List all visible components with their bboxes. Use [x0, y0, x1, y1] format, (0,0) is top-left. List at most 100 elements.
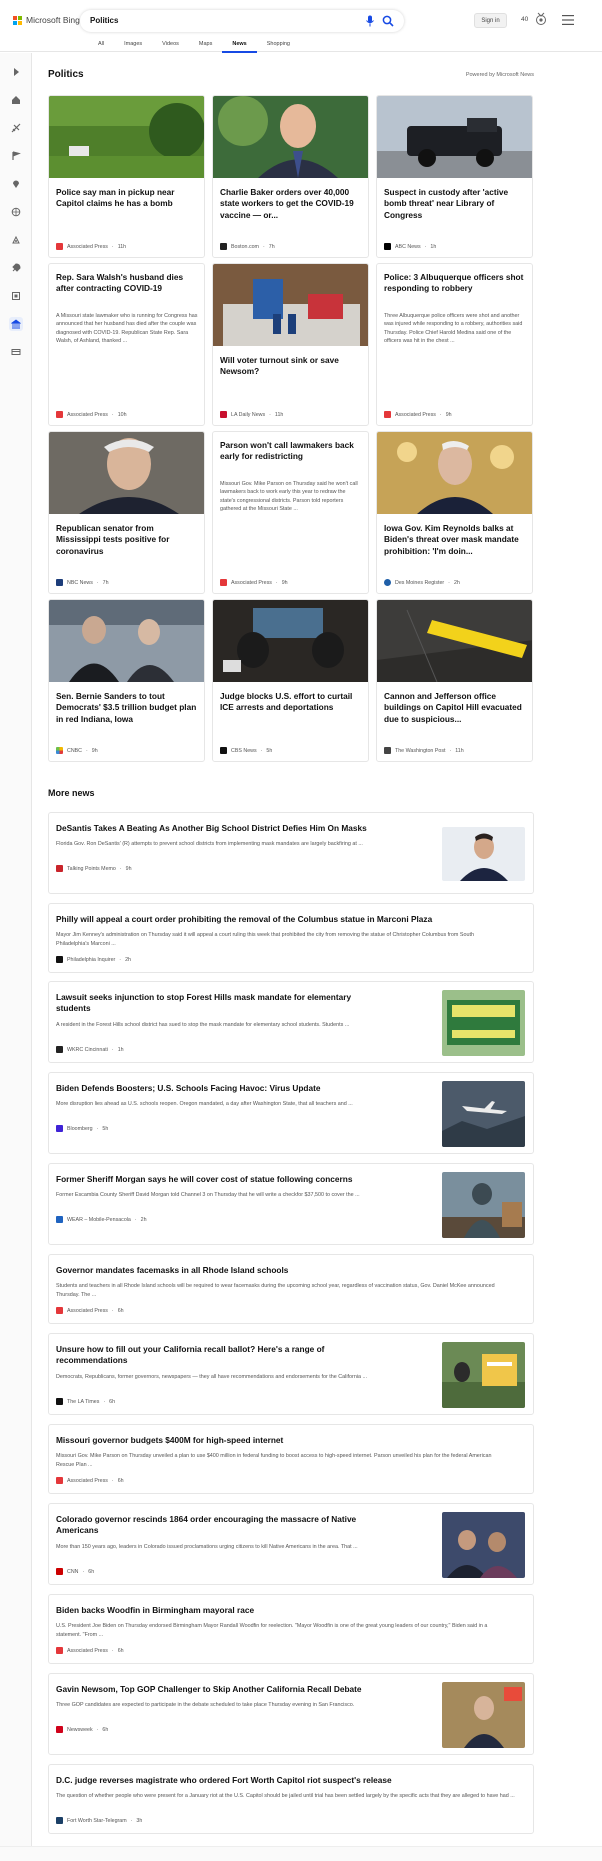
- news-row[interactable]: Former Sheriff Morgan says he will cover…: [48, 1163, 534, 1245]
- row-source: Fort Worth Star-Telegram · 3h: [56, 1817, 142, 1824]
- source-time: 5h: [102, 1125, 109, 1132]
- row-snippet: Three GOP candidates are expected to par…: [56, 1702, 355, 1708]
- news-row[interactable]: Philly will appeal a court order prohibi…: [48, 903, 534, 973]
- row-thumbnail: [442, 1342, 525, 1408]
- card-image: [377, 600, 532, 682]
- news-row[interactable]: Gavin Newsom, Top GOP Challenger to Skip…: [48, 1673, 534, 1755]
- news-card[interactable]: Republican senator from Mississippi test…: [48, 431, 205, 594]
- row-title[interactable]: DeSantis Takes A Beating As Another Big …: [56, 823, 406, 834]
- row-title[interactable]: Former Sheriff Morgan says he will cover…: [56, 1174, 406, 1185]
- card-title[interactable]: Cannon and Jefferson office buildings on…: [384, 691, 526, 725]
- hamburger-menu-icon[interactable]: [562, 15, 574, 25]
- row-title[interactable]: Philly will appeal a court order prohibi…: [56, 914, 516, 925]
- row-title[interactable]: Missouri governor budgets $400M for high…: [56, 1435, 516, 1446]
- row-title[interactable]: Biden Defends Boosters; U.S. Schools Fac…: [56, 1083, 406, 1094]
- card-title[interactable]: Judge blocks U.S. effort to curtail ICE …: [220, 691, 362, 714]
- card-title[interactable]: Suspect in custody after 'active bomb th…: [384, 187, 526, 221]
- card-title[interactable]: Iowa Gov. Kim Reynolds balks at Biden's …: [384, 523, 526, 557]
- source-time: 11h: [455, 747, 464, 754]
- rail-technology[interactable]: [9, 261, 23, 275]
- news-card[interactable]: Rep. Sara Walsh's husband dies after con…: [48, 263, 205, 426]
- section-title: Politics: [48, 69, 84, 80]
- news-row[interactable]: Lawsuit seeks injunction to stop Forest …: [48, 981, 534, 1063]
- source-time: 11h: [117, 243, 127, 250]
- source-name: Associated Press: [67, 1477, 108, 1484]
- row-title[interactable]: Biden backs Woodfin in Birmingham mayora…: [56, 1605, 516, 1616]
- entertainment-icon: [12, 292, 20, 300]
- card-title[interactable]: Charlie Baker orders over 40,000 state w…: [220, 187, 362, 221]
- news-row[interactable]: Governor mandates facemasks in all Rhode…: [48, 1254, 534, 1324]
- row-title[interactable]: Governor mandates facemasks in all Rhode…: [56, 1265, 516, 1276]
- row-snippet: More than 150 years ago, leaders in Colo…: [56, 1544, 358, 1550]
- flag-icon: [12, 151, 21, 160]
- rail-flag[interactable]: [9, 149, 23, 163]
- source-name: Des Moines Register: [395, 579, 445, 586]
- row-title[interactable]: Colorado governor rescinds 1864 order en…: [56, 1514, 376, 1537]
- card-source: Associated Press · 11h: [56, 243, 126, 250]
- search-box[interactable]: Politics: [80, 10, 404, 32]
- card-title[interactable]: Republican senator from Mississippi test…: [56, 523, 198, 557]
- rewards-points[interactable]: 40: [521, 16, 528, 23]
- news-row[interactable]: Colorado governor rescinds 1864 order en…: [48, 1503, 534, 1585]
- row-source: The LA Times · 6h: [56, 1398, 115, 1405]
- sign-in-button[interactable]: Sign in: [474, 13, 507, 28]
- expand-rail-button[interactable]: [9, 65, 23, 79]
- rewards-medal-icon[interactable]: [534, 12, 548, 26]
- news-card[interactable]: Parson won't call lawmakers back early f…: [212, 431, 369, 594]
- rail-world[interactable]: [9, 205, 23, 219]
- ap-logo-icon: [56, 1477, 63, 1484]
- source-name: WKRC Cincinnati: [67, 1046, 108, 1053]
- row-title[interactable]: Lawsuit seeks injunction to stop Forest …: [56, 992, 376, 1015]
- news-card[interactable]: Cannon and Jefferson office buildings on…: [376, 599, 533, 762]
- card-source: NBC News · 7h: [56, 579, 109, 586]
- source-name: WEAR – Mobile-Pensacola: [67, 1216, 131, 1223]
- card-title[interactable]: Will voter turnout sink or save Newsom?: [220, 355, 362, 378]
- card-title[interactable]: Rep. Sara Walsh's husband dies after con…: [56, 272, 198, 295]
- money-icon: [11, 349, 21, 355]
- search-icon[interactable]: [382, 15, 394, 27]
- news-row[interactable]: D.C. judge reverses magistrate who order…: [48, 1764, 534, 1834]
- tab-shopping[interactable]: Shopping: [257, 41, 300, 53]
- politics-icon: [11, 319, 21, 329]
- tab-images[interactable]: Images: [114, 41, 152, 53]
- card-title[interactable]: Parson won't call lawmakers back early f…: [220, 440, 362, 463]
- rail-home[interactable]: [9, 93, 23, 107]
- tab-news[interactable]: News: [222, 41, 257, 53]
- news-card[interactable]: Police say man in pickup near Capitol cl…: [48, 95, 205, 258]
- news-card[interactable]: Judge blocks U.S. effort to curtail ICE …: [212, 599, 369, 762]
- news-card[interactable]: Sen. Bernie Sanders to tout Democrats' $…: [48, 599, 205, 762]
- rail-entertainment[interactable]: [9, 289, 23, 303]
- news-card[interactable]: Charlie Baker orders over 40,000 state w…: [212, 95, 369, 258]
- tab-videos[interactable]: Videos: [152, 41, 189, 53]
- news-row[interactable]: DeSantis Takes A Beating As Another Big …: [48, 812, 534, 894]
- news-card[interactable]: Iowa Gov. Kim Reynolds balks at Biden's …: [376, 431, 533, 594]
- news-row[interactable]: Unsure how to fill out your California r…: [48, 1333, 534, 1415]
- search-input[interactable]: Politics: [90, 16, 118, 25]
- rail-local[interactable]: [9, 177, 23, 191]
- rail-money[interactable]: [9, 345, 23, 359]
- source-name: Philadelphia Inquirer: [67, 956, 116, 963]
- science-icon: [12, 235, 20, 244]
- card-title[interactable]: Police say man in pickup near Capitol cl…: [56, 187, 198, 210]
- microphone-icon[interactable]: [365, 15, 375, 27]
- row-title[interactable]: D.C. judge reverses magistrate who order…: [56, 1775, 516, 1786]
- tab-maps[interactable]: Maps: [189, 41, 222, 53]
- news-row[interactable]: Biden Defends Boosters; U.S. Schools Fac…: [48, 1072, 534, 1154]
- row-title[interactable]: Gavin Newsom, Top GOP Challenger to Skip…: [56, 1684, 406, 1695]
- news-card[interactable]: Will voter turnout sink or save Newsom? …: [212, 263, 369, 426]
- powered-by-label[interactable]: Powered by Microsoft News: [466, 72, 534, 78]
- card-title[interactable]: Police: 3 Albuquerque officers shot resp…: [384, 272, 526, 295]
- source-time: 6h: [117, 1307, 124, 1314]
- rail-sports[interactable]: [9, 121, 23, 135]
- news-row[interactable]: Biden backs Woodfin in Birmingham mayora…: [48, 1594, 534, 1664]
- row-title[interactable]: Unsure how to fill out your California r…: [56, 1344, 376, 1367]
- source-name: Associated Press: [67, 411, 108, 418]
- news-card[interactable]: Suspect in custody after 'active bomb th…: [376, 95, 533, 258]
- card-title[interactable]: Sen. Bernie Sanders to tout Democrats' $…: [56, 691, 198, 725]
- news-row[interactable]: Missouri governor budgets $400M for high…: [48, 1424, 534, 1494]
- bing-logo[interactable]: Microsoft Bing: [13, 15, 80, 25]
- tab-all[interactable]: All: [88, 41, 114, 53]
- rail-politics[interactable]: [9, 317, 23, 331]
- news-card[interactable]: Police: 3 Albuquerque officers shot resp…: [376, 263, 533, 426]
- rail-science[interactable]: [9, 233, 23, 247]
